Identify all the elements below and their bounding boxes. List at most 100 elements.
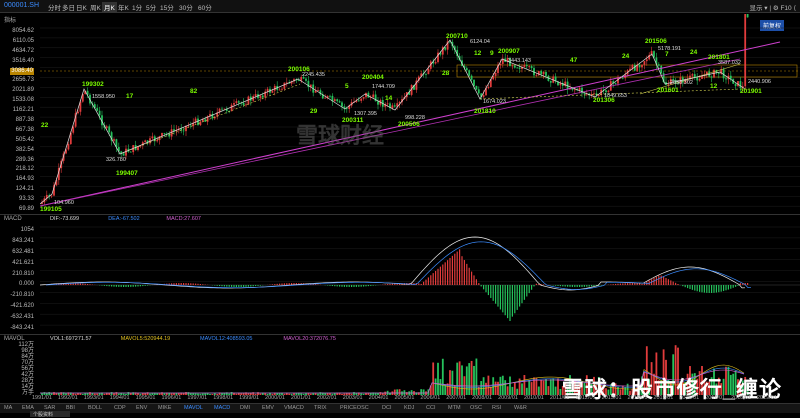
candle-body [372,94,375,98]
candle-body [729,75,732,79]
indicator-tab[interactable]: MIKE [158,405,171,411]
indicator-tab[interactable]: DCI [382,405,391,411]
axis-tick-label: 2021.89 [12,87,34,94]
timeframe-tab[interactable]: 30分 [177,2,195,12]
indicator-tab[interactable]: BOLL [88,405,102,411]
candle-body [597,95,600,96]
indicator-tab[interactable]: MA [4,405,12,411]
timeframe-tab[interactable]: 日K [74,2,89,12]
wave-label: 199105 [40,206,62,213]
volume-bar [497,381,499,395]
volume-bar [504,380,507,395]
wave-label: 1744.709 [372,84,395,90]
price-axis: 8054.62 6110.05 4634.72 3516.40 3086.40 2656.… [2,28,40,213]
candle-body [305,78,307,81]
candle-body [693,74,696,78]
volume-bar [465,366,468,395]
candle-body [641,64,643,68]
candle-body [482,95,485,97]
macd-chart[interactable] [40,222,800,334]
candle-body [607,90,610,93]
volume-bar [557,378,559,395]
timeframe-tab[interactable]: 月K [102,2,117,12]
top-right-controls[interactable]: 显示 ▾ | ⚙ F10 ⟨ [749,2,796,12]
candle-body [386,103,389,105]
indicator-tab[interactable]: KDJ [404,405,414,411]
candle-body [696,77,699,81]
indicator-tab[interactable]: MAVOL [184,405,203,411]
volume-bar [451,370,454,395]
candle-body [297,80,300,82]
volume-bar [432,362,435,395]
date-tick: 1992/01 [57,395,78,401]
candle-body [487,87,490,89]
macd-lines [40,236,752,291]
candle-body [223,108,226,110]
indicator-tab[interactable]: VMACD [284,405,304,411]
volume-axis: 112万 98万 84万 70万 56万 42万 28万 14万 万手 [2,342,40,396]
axis-tick-label: -421.620 [10,303,34,310]
volume-bar [554,386,557,395]
candle-body [122,153,125,156]
timeframe-tab[interactable]: 周K [88,2,103,12]
candle-body [530,66,533,69]
indicator-tab[interactable]: W&R [514,405,527,411]
indicator-tab[interactable]: CCI [426,405,435,411]
date-tick: 2009/01 [498,395,518,401]
date-tick: 2016/01 [679,395,700,401]
indicator-tab[interactable]: OSC [470,405,482,411]
timeframe-tab[interactable]: 60分 [196,2,214,12]
date-tick: 1994/01 [109,395,130,401]
axis-tick-label: 69.89 [18,206,34,212]
timeframe-tab[interactable]: 1分 [130,2,144,12]
volume-bar [470,360,473,395]
candle-body [540,71,543,75]
indicator-tab[interactable]: RSI [492,405,501,411]
dif-line [40,236,746,291]
volume-bar [441,358,444,395]
volume-bar [542,380,545,395]
wave-label: 28 [442,70,450,77]
wave-label: 3443.143 [508,58,531,64]
axis-tick-label: 124.21 [15,186,34,193]
axis-tick-label: 1533.08 [12,97,34,104]
timeframe-tab[interactable]: 年K [116,2,131,12]
candle-body [144,140,147,143]
candle-body [329,95,331,97]
indicator-tab[interactable]: EMV [262,405,274,411]
date-tick: 2014/01 [627,395,648,401]
candle-body [494,72,497,77]
candle-body [182,130,185,132]
axis-tick-label: 8054.62 [12,28,34,34]
candle-body [701,76,703,79]
date-tick: 2012/01 [575,395,596,401]
candle-body [237,101,240,103]
candle-body [427,68,430,75]
axis-tick-label: 93.33 [18,196,34,203]
price-chart[interactable] [40,14,800,214]
volume-bar [453,385,456,395]
indicator-tab[interactable]: MTM [448,405,461,411]
candle-body [717,72,720,74]
indicator-tab[interactable]: ENV [136,405,147,411]
indicator-tab[interactable]: DMI [240,405,250,411]
candle-body [77,111,79,114]
bottom-tab[interactable]: 个股资料 [30,411,70,418]
timeframe-tab[interactable]: 15分 [158,2,176,12]
volume-bar [461,365,463,395]
volume-bar [528,380,531,395]
macd-panel-name: MACD [4,216,22,222]
timeframe-tab[interactable]: 5分 [144,2,158,12]
indicator-tab[interactable]: TRIX [314,405,327,411]
indicator-tab[interactable]: CDP [114,405,126,411]
axis-tick-label: -210.810 [10,292,34,299]
wave-label: 201306 [593,97,615,104]
date-tick: 2019/01 [757,395,777,401]
candle-body [549,80,552,83]
indicator-tab[interactable]: MACD [214,405,230,411]
indicator-tab[interactable]: PRICEOSC [340,405,369,411]
stock-code[interactable]: 000001.SH [4,2,39,9]
candle-body [638,64,641,68]
volume-bar [437,362,439,395]
axis-tick-label: 218.12 [15,166,34,173]
